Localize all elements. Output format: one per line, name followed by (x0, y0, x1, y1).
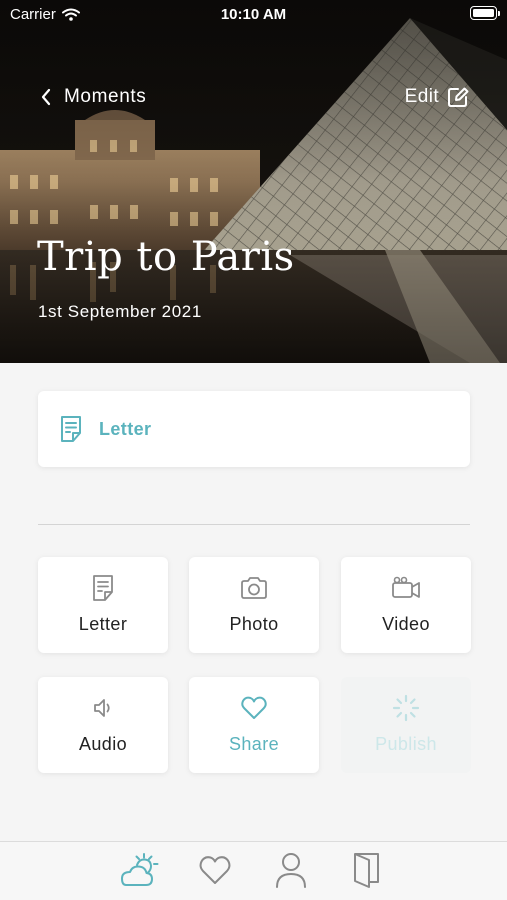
chevron-left-icon (41, 88, 51, 106)
edit-icon (448, 87, 469, 107)
add-video-button[interactable]: Video (341, 557, 471, 653)
add-video-label: Video (382, 614, 430, 634)
tab-journal[interactable] (345, 850, 389, 890)
moment-title: Trip to Paris (37, 234, 295, 280)
add-photo-label: Photo (229, 614, 279, 634)
edit-label: Edit (404, 86, 439, 107)
status-time: 10:10 AM (220, 6, 287, 23)
back-button[interactable]: Moments (40, 86, 146, 108)
tab-moments[interactable] (117, 850, 161, 890)
profile-icon (276, 853, 306, 888)
tab-bar (0, 841, 507, 900)
weather-icon (121, 853, 159, 886)
add-audio-button[interactable]: Audio (38, 677, 168, 773)
status-bar: Carrier 10:10 AM (0, 0, 507, 28)
publish-button: Publish (341, 677, 471, 773)
battery-icon (470, 6, 500, 20)
tab-profile[interactable] (269, 850, 313, 890)
loading-spinner-icon (392, 694, 420, 722)
publish-label: Publish (375, 734, 437, 754)
camera-icon (240, 574, 268, 602)
speaker-icon (92, 694, 114, 722)
edit-button[interactable]: Edit (405, 86, 469, 108)
heart-icon (240, 694, 268, 722)
letter-icon (91, 574, 115, 602)
video-camera-icon (391, 574, 421, 602)
letter-icon (61, 416, 81, 442)
letter-entry-card[interactable]: Letter (38, 391, 470, 467)
share-label: Share (228, 734, 280, 754)
add-audio-label: Audio (78, 734, 128, 754)
moment-date: 1st September 2021 (38, 302, 202, 321)
share-button[interactable]: Share (189, 677, 319, 773)
section-divider (38, 524, 470, 525)
heart-icon (199, 856, 231, 884)
book-icon (354, 853, 379, 888)
letter-entry-label: Letter (99, 418, 152, 439)
tab-favorites[interactable] (193, 850, 237, 890)
add-letter-button[interactable]: Letter (38, 557, 168, 653)
back-label: Moments (64, 86, 147, 107)
add-photo-button[interactable]: Photo (189, 557, 319, 653)
hero-header: Carrier 10:10 AM Moments Edit Trip to Pa… (0, 0, 507, 363)
add-letter-label: Letter (78, 614, 128, 634)
